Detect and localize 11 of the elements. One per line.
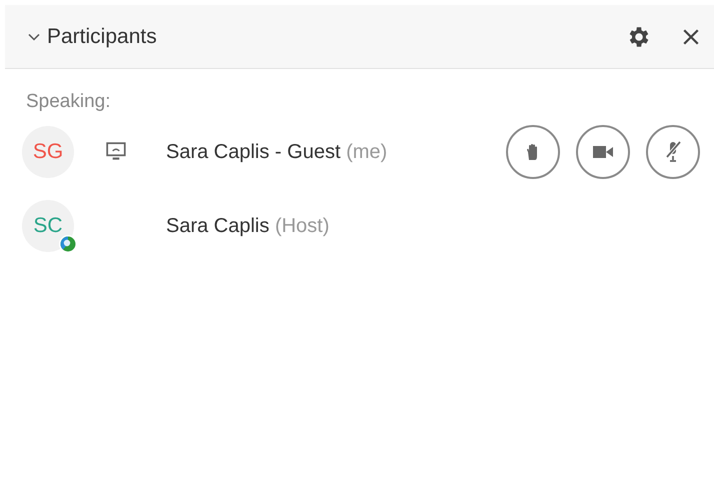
avatar: SC xyxy=(22,200,74,252)
video-camera-button[interactable] xyxy=(576,125,630,179)
participant-name: Sara Caplis (Host) xyxy=(166,214,330,238)
section-label: Speaking: xyxy=(26,91,112,113)
microphone-icon xyxy=(663,140,683,164)
avatar: SG xyxy=(22,126,74,178)
close-icon[interactable] xyxy=(682,28,700,46)
microphone-button[interactable] xyxy=(646,125,700,179)
participant-name: Sara Caplis - Guest (me) xyxy=(166,140,388,164)
panel-title[interactable]: Participants xyxy=(27,24,157,48)
raise-hand-button[interactable] xyxy=(506,125,560,179)
